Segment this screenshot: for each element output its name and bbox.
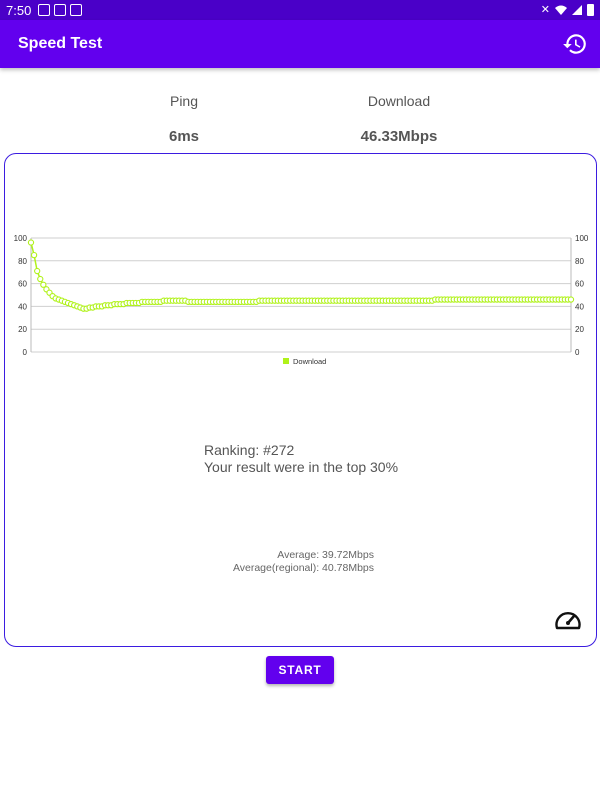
history-icon[interactable] [562,31,588,57]
y-tick-left: 100 [14,234,28,243]
speedometer-icon[interactable] [554,607,582,631]
ranking-text: Ranking: #272 Your result were in the to… [204,442,398,476]
legend-swatch-download [283,358,289,364]
data-point [30,251,38,259]
averages: Average: 39.72Mbps Average(regional): 40… [200,549,374,575]
download-label: Download [367,93,431,109]
data-point [567,296,575,303]
start-button[interactable]: START [266,656,334,684]
ping-value: 6ms [168,128,200,145]
sim-icon [38,4,50,16]
y-tick-left: 20 [18,325,27,334]
wifi-icon [555,5,567,15]
y-tick-left: 80 [18,257,27,266]
data-point [27,239,35,246]
status-bar: 7:50 ✕ [0,0,600,20]
data-point [34,267,41,275]
y-tick-right: 40 [575,302,584,311]
y-tick-left: 60 [18,280,27,289]
image-icon [54,4,66,16]
y-tick-left: 0 [23,348,28,357]
average-regional-value: Average(regional): 40.78Mbps [232,562,374,574]
app-bar: Speed Test [0,20,600,68]
legend-label-download: Download [293,357,326,366]
y-tick-right: 0 [575,348,580,357]
average-value: Average: 39.72Mbps [277,549,374,561]
signal-icon [572,5,582,15]
ranking-percentile: Your result were in the top 30% [204,459,399,475]
y-tick-right: 80 [575,257,584,266]
close-box-icon [70,4,82,16]
y-tick-right: 60 [575,280,584,289]
y-tick-left: 40 [18,302,27,311]
ping-label: Ping [169,93,199,109]
data-point [37,275,44,283]
ranking-number: Ranking: #272 [204,442,295,458]
y-tick-right: 20 [575,325,584,334]
app-title: Speed Test [18,35,103,52]
download-chart: 0 0 20 20 40 40 60 60 80 80 100 100 Download [14,234,589,366]
status-icons: ✕ [541,3,594,17]
status-time: 7:50 [6,3,32,18]
battery-icon [587,4,594,16]
y-tick-right: 100 [575,234,589,243]
mute-icon: ✕ [540,4,550,16]
download-value: 46.33Mbps [360,128,438,145]
